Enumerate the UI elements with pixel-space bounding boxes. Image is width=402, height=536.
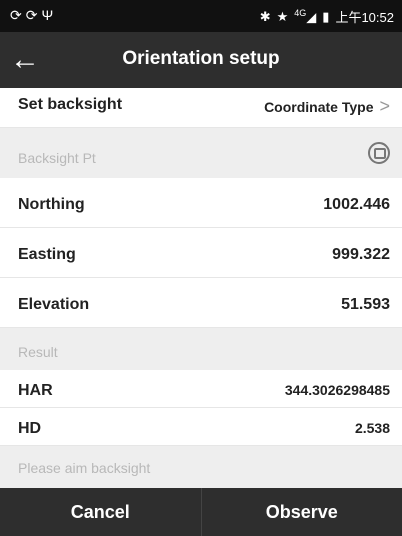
notification-icons: ⟳⟳Ψ (10, 7, 57, 24)
coordinate-type-selector[interactable]: Coordinate Type > (264, 96, 390, 117)
hd-row: HD 2.538 (0, 408, 402, 446)
northing-row: Northing 1002.446 (0, 178, 402, 228)
elevation-row: Elevation 51.593 (0, 278, 402, 328)
hd-label: HD (18, 420, 42, 437)
status-bar: ⟳⟳Ψ ✱ ★ 4G◢ ▮ 上午10:52 (0, 0, 402, 32)
hd-value: 2.538 (354, 420, 390, 436)
signal-icon: 4G◢ (294, 7, 317, 25)
page-title: Orientation setup (122, 48, 280, 69)
sync-icon: ⟳ (10, 7, 26, 23)
hint-bar: Please aim backsight (0, 446, 402, 488)
point-picker-icon[interactable] (368, 142, 390, 164)
system-icons: ✱ ★ 4G◢ ▮ 上午10:52 (260, 7, 394, 26)
bluetooth-icon: ✱ (259, 8, 271, 24)
elevation-label: Elevation (18, 296, 90, 313)
set-backsight-row[interactable]: Set backsight Coordinate Type > (0, 88, 402, 128)
elevation-value[interactable]: 51.593 (341, 296, 390, 314)
har-row: HAR 344.3026298485 (0, 370, 402, 408)
battery-icon: ▮ (322, 8, 330, 24)
easting-row: Easting 999.322 (0, 228, 402, 278)
result-label: Result (18, 344, 58, 360)
easting-value[interactable]: 999.322 (332, 246, 390, 264)
easting-label: Easting (18, 246, 76, 263)
backsight-pt-label: Backsight Pt (18, 150, 96, 166)
chevron-right-icon: > (379, 96, 390, 116)
star-icon: ★ (276, 8, 289, 24)
set-backsight-label: Set backsight (18, 96, 123, 113)
sync-icon: ⟳ (25, 7, 42, 23)
northing-label: Northing (18, 196, 85, 213)
observe-button[interactable]: Observe (200, 488, 402, 536)
bottom-action-bar: Cancel Observe (0, 488, 402, 536)
result-section-header: Result (0, 328, 402, 370)
har-value: 344.3026298485 (284, 382, 390, 398)
northing-value[interactable]: 1002.446 (323, 196, 390, 214)
status-time: 上午10:52 (335, 10, 394, 25)
cancel-button[interactable]: Cancel (0, 488, 201, 536)
usb-icon: Ψ (41, 7, 58, 23)
aim-backsight-hint: Please aim backsight (18, 460, 151, 476)
coordinate-type-value: Coordinate Type (264, 99, 374, 115)
har-label: HAR (18, 382, 53, 399)
network-type: 4G (294, 7, 307, 18)
app-bar: ← Orientation setup (0, 32, 402, 88)
backsight-section-header: Backsight Pt (0, 128, 402, 178)
